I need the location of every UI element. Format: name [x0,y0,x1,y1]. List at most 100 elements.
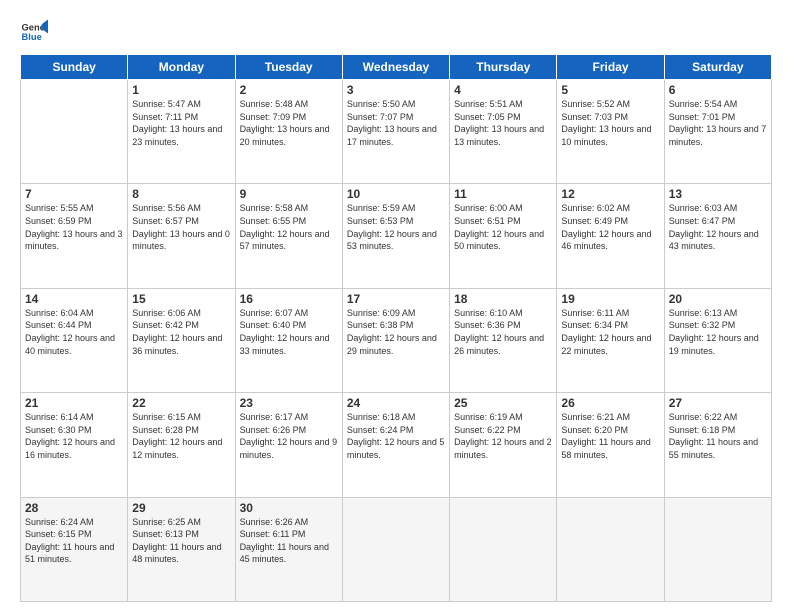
day-number: 23 [240,396,338,410]
calendar-cell: 30Sunrise: 6:26 AM Sunset: 6:11 PM Dayli… [235,497,342,601]
calendar-cell: 22Sunrise: 6:15 AM Sunset: 6:28 PM Dayli… [128,393,235,497]
day-number: 26 [561,396,659,410]
day-number: 12 [561,187,659,201]
calendar-cell: 6Sunrise: 5:54 AM Sunset: 7:01 PM Daylig… [664,80,771,184]
day-info: Sunrise: 6:21 AM Sunset: 6:20 PM Dayligh… [561,411,659,461]
day-info: Sunrise: 6:06 AM Sunset: 6:42 PM Dayligh… [132,307,230,357]
day-number: 17 [347,292,445,306]
day-info: Sunrise: 5:47 AM Sunset: 7:11 PM Dayligh… [132,98,230,148]
calendar-cell: 24Sunrise: 6:18 AM Sunset: 6:24 PM Dayli… [342,393,449,497]
day-number: 2 [240,83,338,97]
day-header-friday: Friday [557,55,664,80]
day-info: Sunrise: 5:51 AM Sunset: 7:05 PM Dayligh… [454,98,552,148]
day-header-saturday: Saturday [664,55,771,80]
day-number: 27 [669,396,767,410]
day-number: 22 [132,396,230,410]
day-number: 25 [454,396,552,410]
day-number: 24 [347,396,445,410]
calendar-cell: 4Sunrise: 5:51 AM Sunset: 7:05 PM Daylig… [450,80,557,184]
week-row-1: 1Sunrise: 5:47 AM Sunset: 7:11 PM Daylig… [21,80,772,184]
day-number: 5 [561,83,659,97]
week-row-3: 14Sunrise: 6:04 AM Sunset: 6:44 PM Dayli… [21,288,772,392]
day-info: Sunrise: 6:04 AM Sunset: 6:44 PM Dayligh… [25,307,123,357]
day-number: 8 [132,187,230,201]
day-info: Sunrise: 6:18 AM Sunset: 6:24 PM Dayligh… [347,411,445,461]
calendar-table: SundayMondayTuesdayWednesdayThursdayFrid… [20,54,772,602]
calendar-cell: 11Sunrise: 6:00 AM Sunset: 6:51 PM Dayli… [450,184,557,288]
day-number: 14 [25,292,123,306]
day-number: 4 [454,83,552,97]
header: General Blue [20,18,772,46]
day-info: Sunrise: 6:00 AM Sunset: 6:51 PM Dayligh… [454,202,552,252]
calendar-cell: 27Sunrise: 6:22 AM Sunset: 6:18 PM Dayli… [664,393,771,497]
calendar-cell [557,497,664,601]
calendar-cell: 13Sunrise: 6:03 AM Sunset: 6:47 PM Dayli… [664,184,771,288]
day-header-wednesday: Wednesday [342,55,449,80]
calendar-cell [664,497,771,601]
calendar-cell: 10Sunrise: 5:59 AM Sunset: 6:53 PM Dayli… [342,184,449,288]
calendar-page: General Blue SundayMondayTuesdayWednesda… [0,0,792,612]
calendar-cell: 7Sunrise: 5:55 AM Sunset: 6:59 PM Daylig… [21,184,128,288]
calendar-cell: 1Sunrise: 5:47 AM Sunset: 7:11 PM Daylig… [128,80,235,184]
day-info: Sunrise: 6:19 AM Sunset: 6:22 PM Dayligh… [454,411,552,461]
day-number: 20 [669,292,767,306]
calendar-cell: 29Sunrise: 6:25 AM Sunset: 6:13 PM Dayli… [128,497,235,601]
day-number: 18 [454,292,552,306]
calendar-cell: 19Sunrise: 6:11 AM Sunset: 6:34 PM Dayli… [557,288,664,392]
day-info: Sunrise: 6:10 AM Sunset: 6:36 PM Dayligh… [454,307,552,357]
day-header-sunday: Sunday [21,55,128,80]
day-info: Sunrise: 6:25 AM Sunset: 6:13 PM Dayligh… [132,516,230,566]
day-info: Sunrise: 6:15 AM Sunset: 6:28 PM Dayligh… [132,411,230,461]
day-number: 7 [25,187,123,201]
calendar-cell: 18Sunrise: 6:10 AM Sunset: 6:36 PM Dayli… [450,288,557,392]
day-info: Sunrise: 6:22 AM Sunset: 6:18 PM Dayligh… [669,411,767,461]
day-header-tuesday: Tuesday [235,55,342,80]
day-info: Sunrise: 5:59 AM Sunset: 6:53 PM Dayligh… [347,202,445,252]
day-info: Sunrise: 6:26 AM Sunset: 6:11 PM Dayligh… [240,516,338,566]
day-info: Sunrise: 6:03 AM Sunset: 6:47 PM Dayligh… [669,202,767,252]
day-number: 11 [454,187,552,201]
day-info: Sunrise: 6:07 AM Sunset: 6:40 PM Dayligh… [240,307,338,357]
calendar-cell [342,497,449,601]
day-number: 19 [561,292,659,306]
calendar-cell: 28Sunrise: 6:24 AM Sunset: 6:15 PM Dayli… [21,497,128,601]
day-header-monday: Monday [128,55,235,80]
day-info: Sunrise: 6:17 AM Sunset: 6:26 PM Dayligh… [240,411,338,461]
calendar-cell: 2Sunrise: 5:48 AM Sunset: 7:09 PM Daylig… [235,80,342,184]
day-info: Sunrise: 5:58 AM Sunset: 6:55 PM Dayligh… [240,202,338,252]
day-number: 15 [132,292,230,306]
day-number: 9 [240,187,338,201]
day-info: Sunrise: 5:48 AM Sunset: 7:09 PM Dayligh… [240,98,338,148]
day-info: Sunrise: 6:13 AM Sunset: 6:32 PM Dayligh… [669,307,767,357]
day-info: Sunrise: 5:52 AM Sunset: 7:03 PM Dayligh… [561,98,659,148]
calendar-cell: 14Sunrise: 6:04 AM Sunset: 6:44 PM Dayli… [21,288,128,392]
calendar-cell [450,497,557,601]
week-row-4: 21Sunrise: 6:14 AM Sunset: 6:30 PM Dayli… [21,393,772,497]
calendar-cell: 8Sunrise: 5:56 AM Sunset: 6:57 PM Daylig… [128,184,235,288]
day-info: Sunrise: 6:09 AM Sunset: 6:38 PM Dayligh… [347,307,445,357]
day-number: 28 [25,501,123,515]
calendar-cell: 15Sunrise: 6:06 AM Sunset: 6:42 PM Dayli… [128,288,235,392]
day-number: 21 [25,396,123,410]
calendar-cell: 5Sunrise: 5:52 AM Sunset: 7:03 PM Daylig… [557,80,664,184]
day-info: Sunrise: 5:56 AM Sunset: 6:57 PM Dayligh… [132,202,230,252]
day-info: Sunrise: 6:24 AM Sunset: 6:15 PM Dayligh… [25,516,123,566]
day-number: 1 [132,83,230,97]
calendar-cell: 3Sunrise: 5:50 AM Sunset: 7:07 PM Daylig… [342,80,449,184]
calendar-cell: 23Sunrise: 6:17 AM Sunset: 6:26 PM Dayli… [235,393,342,497]
day-info: Sunrise: 5:50 AM Sunset: 7:07 PM Dayligh… [347,98,445,148]
day-number: 13 [669,187,767,201]
day-number: 29 [132,501,230,515]
day-number: 6 [669,83,767,97]
day-info: Sunrise: 6:14 AM Sunset: 6:30 PM Dayligh… [25,411,123,461]
day-number: 3 [347,83,445,97]
day-info: Sunrise: 6:02 AM Sunset: 6:49 PM Dayligh… [561,202,659,252]
calendar-cell: 26Sunrise: 6:21 AM Sunset: 6:20 PM Dayli… [557,393,664,497]
day-info: Sunrise: 5:55 AM Sunset: 6:59 PM Dayligh… [25,202,123,252]
calendar-cell: 25Sunrise: 6:19 AM Sunset: 6:22 PM Dayli… [450,393,557,497]
calendar-cell: 16Sunrise: 6:07 AM Sunset: 6:40 PM Dayli… [235,288,342,392]
week-row-5: 28Sunrise: 6:24 AM Sunset: 6:15 PM Dayli… [21,497,772,601]
logo-icon: General Blue [20,18,48,46]
calendar-cell: 12Sunrise: 6:02 AM Sunset: 6:49 PM Dayli… [557,184,664,288]
day-number: 10 [347,187,445,201]
